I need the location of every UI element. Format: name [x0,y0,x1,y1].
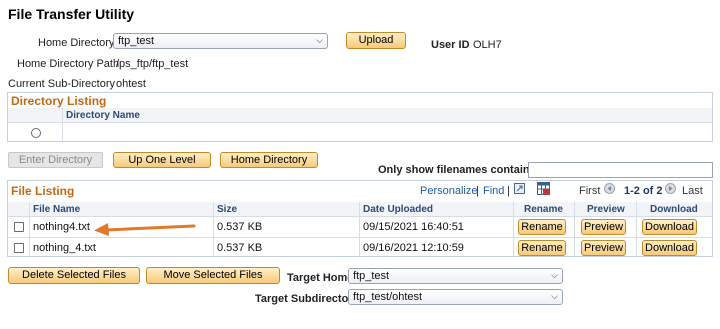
separator: | [476,185,479,197]
download-button[interactable]: Download [642,240,697,256]
preview-column-header: Preview [587,204,625,215]
chevron-down-icon: ⌵ [551,270,558,280]
size-cell: 0.537 KB [217,221,263,233]
filename-filter-input[interactable] [528,162,713,178]
home-directory-select[interactable]: ftp_test ⌵ [113,33,328,49]
rename-button[interactable]: Rename [518,219,566,235]
personalize-link[interactable]: Personalize [420,185,477,197]
rename-column-header: Rename [524,204,563,215]
target-home-select[interactable]: ftp_test ⌵ [348,268,563,284]
row-2-checkbox[interactable] [14,243,24,253]
chevron-down-icon: ⌵ [551,291,558,301]
user-id-value: OLH7 [473,39,502,51]
date-uploaded-column-header: Date Uploaded [363,204,434,215]
rename-button[interactable]: Rename [518,240,566,256]
page-range: 1-2 of 2 [624,185,663,197]
target-home-label: Target Home [287,272,354,284]
home-directory-value: ftp_test [118,35,155,47]
separator: | [507,185,510,197]
home-directory-path-value: /ps_ftp/ftp_test [116,58,189,70]
find-link[interactable]: Find [483,185,504,197]
arrow-left-icon[interactable] [604,183,615,194]
up-one-level-button[interactable]: Up One Level [113,152,211,168]
file-listing-heading: File Listing [11,184,75,198]
home-directory-path-label: Home Directory Path [17,58,120,70]
target-subdirectory-value: ftp_test/ohtest [353,291,423,303]
directory-radio[interactable] [31,128,41,138]
home-directory-label: Home Directory [38,37,115,49]
upload-button[interactable]: Upload [346,32,406,49]
user-id-label: User ID [431,39,470,51]
date-cell: 09/16/2021 12:10:59 [363,242,464,254]
target-subdirectory-label: Target Subdirectory [255,293,359,305]
filename-filter-label: Only show filenames containing [378,164,547,176]
current-sub-directory-label: Current Sub-Directory [8,78,115,90]
size-cell: 0.537 KB [217,242,263,254]
date-cell: 09/15/2021 16:40:51 [363,221,464,233]
annotation-arrow-icon [92,220,196,236]
directory-listing-heading: Directory Listing [11,94,107,108]
first-link[interactable]: First [579,185,600,197]
file-name-cell: nothing_4.txt [33,242,96,254]
preview-button[interactable]: Preview [581,219,626,235]
move-selected-files-button[interactable]: Move Selected Files [146,267,280,284]
current-sub-directory-value: ohtest [116,78,146,90]
page-title: File Transfer Utility [8,6,135,22]
download-button[interactable]: Download [642,219,697,235]
target-home-value: ftp_test [353,270,390,282]
chevron-down-icon: ⌵ [316,35,323,45]
file-name-cell: nothing4.txt [33,221,90,233]
directory-name-column-header: Directory Name [66,110,140,121]
file-name-column-header: File Name [33,204,81,215]
download-column-header: Download [650,204,698,215]
arrow-right-icon[interactable] [665,183,676,194]
download-excel-icon[interactable] [537,182,550,195]
home-directory-button[interactable]: Home Directory [220,152,318,168]
size-column-header: Size [217,204,238,215]
enter-directory-button[interactable]: Enter Directory [8,152,103,168]
grid-view-icon[interactable] [514,183,525,194]
preview-button[interactable]: Preview [581,240,626,256]
last-link[interactable]: Last [682,185,703,197]
row-1-checkbox[interactable] [14,222,24,232]
delete-selected-files-button[interactable]: Delete Selected Files [8,267,140,284]
target-subdirectory-select[interactable]: ftp_test/ohtest ⌵ [348,289,563,305]
